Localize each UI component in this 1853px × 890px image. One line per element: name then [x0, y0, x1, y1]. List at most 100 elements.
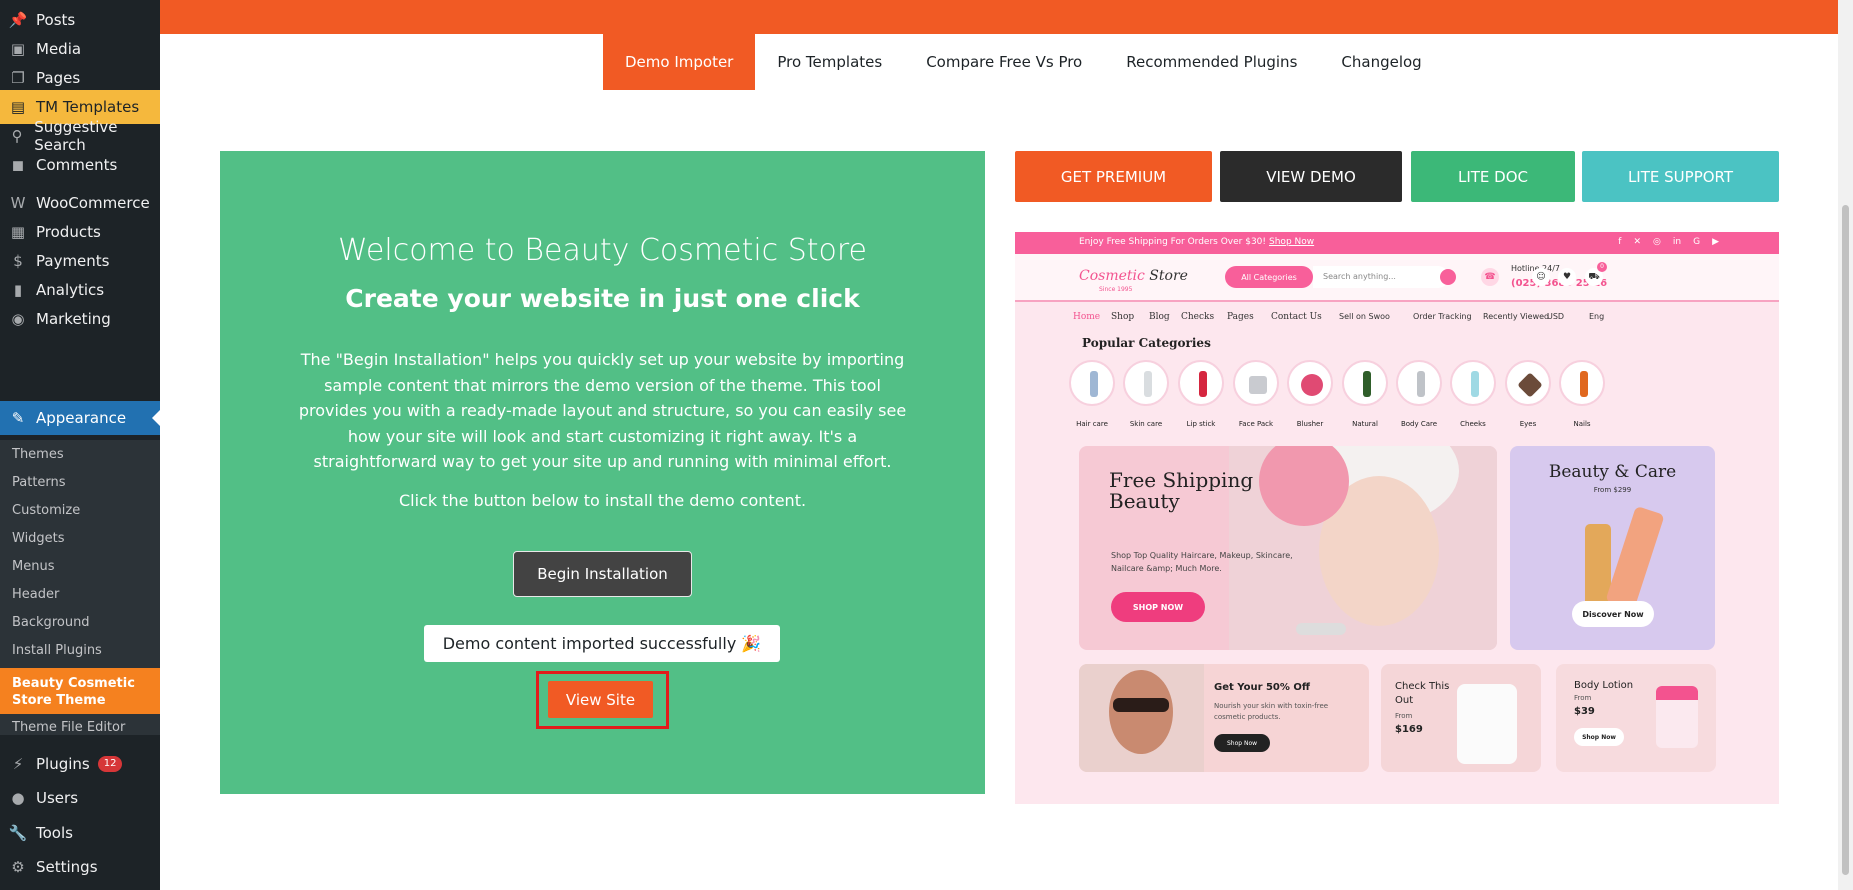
category-skin-care	[1123, 360, 1169, 406]
submenu-background[interactable]: Background	[12, 615, 90, 630]
cart-count-badge: 0	[1597, 262, 1607, 272]
promo-price: $169	[1395, 724, 1423, 735]
import-success-message: Demo content imported successfully 🎉	[424, 625, 780, 662]
menu-appearance[interactable]: ✎ Appearance	[0, 401, 160, 435]
view-demo-button[interactable]: VIEW DEMO	[1220, 151, 1402, 202]
beauty-price: From $299	[1593, 486, 1632, 494]
submenu-theme-file-editor[interactable]: Theme File Editor	[12, 720, 125, 735]
menu-label: Users	[36, 789, 79, 807]
preview-search-icon	[1440, 269, 1456, 285]
menu-label: Payments	[36, 252, 110, 270]
preview-promo-card-3: Body Lotion From $39 Shop Now	[1556, 664, 1716, 772]
category-blusher	[1287, 360, 1333, 406]
tab-compare[interactable]: Compare Free Vs Pro	[904, 34, 1104, 90]
menu-label: Settings	[36, 858, 98, 876]
preview-search: Search anything...	[1313, 266, 1449, 288]
menu-settings[interactable]: ⚙ Settings	[0, 850, 160, 884]
preview-nav-shop: Shop	[1111, 312, 1135, 322]
theme-tabs: Demo Impoter Pro Templates Compare Free …	[603, 34, 1444, 90]
preview-currency: USD	[1547, 312, 1565, 321]
menu-plugins[interactable]: ⚡ Plugins 12	[0, 747, 160, 781]
brush-icon: ✎	[11, 409, 25, 427]
x-icon: ✕	[1633, 237, 1642, 247]
theme-preview-image: Enjoy Free Shipping For Orders Over $30!…	[1015, 232, 1779, 804]
submenu-install-plugins[interactable]: Install Plugins	[12, 643, 102, 658]
templates-icon: ▤	[10, 98, 26, 116]
menu-label: TM Templates	[36, 98, 140, 116]
promo-from: From	[1395, 712, 1413, 720]
preview-logo: Cosmetic Store	[1079, 268, 1188, 284]
get-premium-button[interactable]: GET PREMIUM	[1015, 151, 1212, 202]
category-natural	[1342, 360, 1388, 406]
tab-demo-importer[interactable]: Demo Impoter	[603, 34, 756, 90]
youtube-icon: ▶	[1712, 237, 1719, 247]
tab-changelog[interactable]: Changelog	[1319, 34, 1443, 90]
menu-label: Analytics	[36, 281, 105, 299]
menu-users[interactable]: ● Users	[0, 781, 160, 815]
facebook-icon: f	[1618, 237, 1622, 247]
menu-label: Appearance	[36, 409, 127, 427]
preview-sell: Sell on Swoo	[1339, 312, 1390, 321]
promo-title: Body Lotion	[1574, 680, 1634, 691]
page-scrollbar[interactable]	[1838, 0, 1853, 890]
phone-icon: ☎	[1481, 268, 1499, 286]
preview-nav-contact: Contact Us	[1271, 312, 1322, 322]
promo-shop-button: Shop Now	[1574, 728, 1624, 746]
submenu-theme-page[interactable]: Beauty Cosmetic Store Theme	[0, 668, 160, 714]
wrench-icon: 🔧	[8, 824, 28, 842]
promo-description: Nourish your skin with toxin-free cosmet…	[1214, 702, 1329, 721]
hero-description: Shop Top Quality Haircare, Makeup, Skinc…	[1111, 551, 1293, 573]
welcome-subtitle: Create your website in just one click	[345, 284, 860, 313]
welcome-title: Welcome to Beauty Cosmetic Store	[338, 233, 867, 268]
beauty-title: Beauty & Care	[1548, 462, 1677, 482]
submenu-patterns[interactable]: Patterns	[12, 475, 66, 490]
submenu-customize[interactable]: Customize	[12, 503, 80, 518]
menu-label: Products	[36, 223, 101, 241]
submenu-menus[interactable]: Menus	[12, 559, 54, 574]
admin-sidebar: 📌 Posts ▣ Media ❐ Pages ▤ TM Templates ⚲…	[0, 0, 160, 890]
settings-icon: ⚙	[11, 858, 25, 876]
lite-support-button[interactable]: LITE SUPPORT	[1582, 151, 1779, 202]
instagram-icon: ◎	[1653, 237, 1661, 247]
preview-header: Cosmetic Store Since 1995 All Categories…	[1015, 254, 1779, 302]
analytics-icon: ▮	[13, 281, 23, 299]
submenu-themes[interactable]: Themes	[12, 447, 64, 462]
preview-beauty-banner: Beauty & Care From $299 Discover Now	[1510, 446, 1715, 650]
search-icon: ⚲	[11, 127, 23, 145]
preview-popular-title: Popular Categories	[1082, 336, 1211, 350]
logo-word-1: Cosmetic	[1079, 268, 1145, 284]
tab-recommended-plugins[interactable]: Recommended Plugins	[1104, 34, 1319, 90]
category-body-care	[1396, 360, 1442, 406]
preview-logo-tagline: Since 1995	[1099, 286, 1133, 293]
menu-tools[interactable]: 🔧 Tools	[0, 816, 160, 850]
menu-comments[interactable]: ◼ Comments	[0, 148, 160, 182]
preview-nav-blog: Blog	[1149, 312, 1170, 322]
promo-face-shape	[1109, 670, 1173, 754]
promo-title: Check This Out	[1395, 681, 1450, 706]
view-site-highlight: View Site	[536, 671, 669, 729]
scrollbar-thumb[interactable]	[1842, 205, 1849, 875]
welcome-panel: Welcome to Beauty Cosmetic Store Create …	[220, 151, 985, 794]
preview-nav-checks: Checks	[1181, 312, 1215, 322]
menu-marketing[interactable]: ◉ Marketing	[0, 302, 160, 336]
submenu-widgets[interactable]: Widgets	[12, 531, 65, 546]
appearance-submenu: Themes Patterns Customize Widgets Menus …	[0, 440, 160, 735]
menu-label: Plugins	[36, 755, 90, 773]
google-icon: G	[1693, 237, 1701, 247]
preview-announcement-bar: Enjoy Free Shipping For Orders Over $30!…	[1015, 232, 1779, 254]
preview-nav-pages: Pages	[1227, 312, 1254, 322]
view-site-button[interactable]: View Site	[548, 681, 653, 718]
tab-pro-templates[interactable]: Pro Templates	[755, 34, 904, 90]
woo-icon: W	[10, 194, 26, 212]
lite-doc-button[interactable]: LITE DOC	[1411, 151, 1575, 202]
cream-tube-shape	[1605, 505, 1665, 611]
pages-icon: ❐	[11, 69, 25, 87]
promo-title: Get Your 50% Off	[1214, 682, 1310, 693]
begin-installation-button[interactable]: Begin Installation	[513, 551, 692, 597]
wishlist-icon: ♥	[1558, 268, 1576, 286]
shipping-text: Enjoy Free Shipping For Orders Over $30!	[1079, 237, 1267, 247]
category-nails	[1559, 360, 1605, 406]
menu-label: Media	[36, 40, 82, 58]
submenu-header[interactable]: Header	[12, 587, 59, 602]
promo-model-image	[1079, 664, 1204, 772]
